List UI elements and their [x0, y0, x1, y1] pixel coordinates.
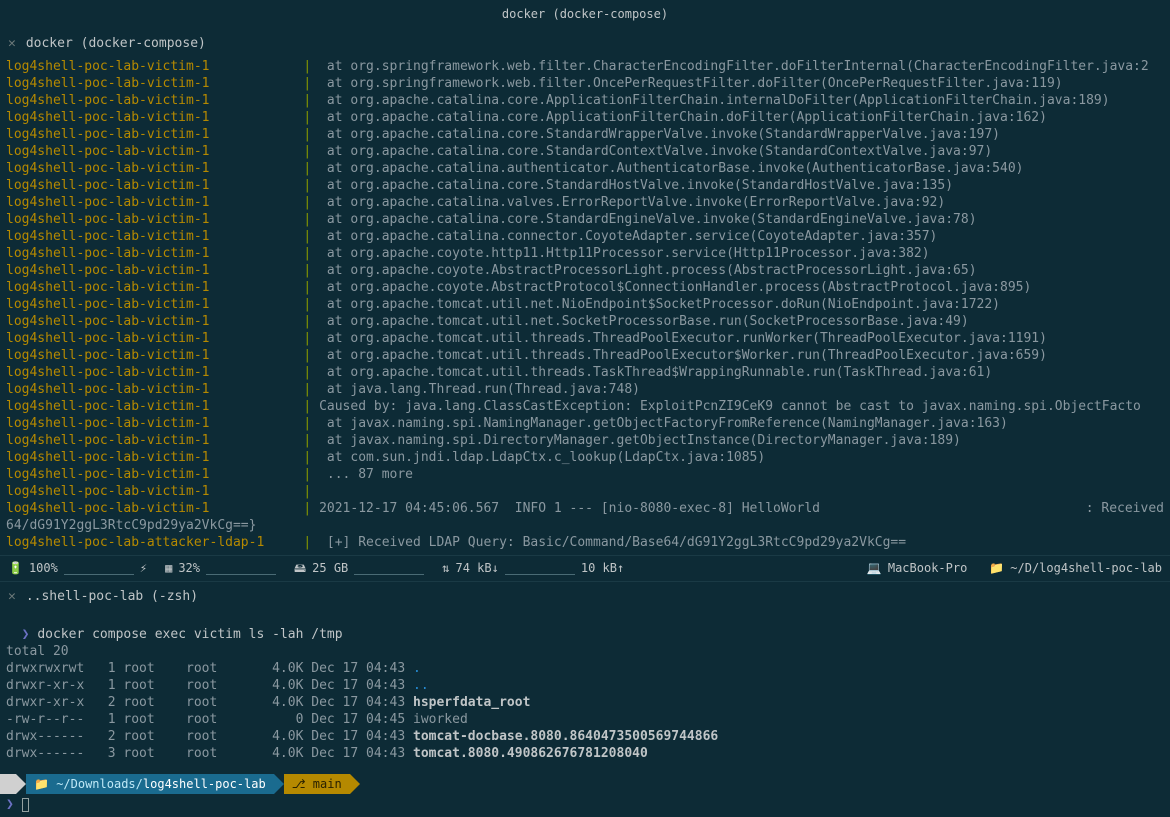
log-line: log4shell-poc-lab-victim-1 | at org.apac… [6, 126, 1164, 143]
log-line: log4shell-poc-lab-victim-1 | at com.sun.… [6, 449, 1164, 466]
disk-value: 25 GB [312, 560, 348, 577]
host-status: 💻 MacBook-Pro [867, 560, 967, 577]
log-line: log4shell-poc-lab-victim-1 | at org.apac… [6, 245, 1164, 262]
close-icon[interactable]: ✕ [8, 588, 16, 605]
cwd-path: ~/D/log4shell-poc-lab [1010, 560, 1162, 577]
close-icon[interactable]: ✕ [8, 35, 16, 52]
ls-total: total 20 [6, 643, 1164, 660]
disk-status: 🖴 25 GB [294, 560, 424, 577]
disk-spark [354, 563, 424, 575]
log-line: log4shell-poc-lab-victim-1 | at org.spri… [6, 58, 1164, 75]
command-text: docker compose exec victim ls -lah /tmp [37, 627, 342, 642]
log-line: log4shell-poc-lab-victim-1 | at org.spri… [6, 75, 1164, 92]
cpu-status: ▦ 32% [165, 560, 276, 577]
cursor [22, 798, 29, 812]
status-bar: 🔋 100% ⚡ ▦ 32% 🖴 25 GB ⇅ 74 kB↓ 10 kB↑ 💻… [0, 555, 1170, 582]
log-line: log4shell-poc-lab-victim-1 | at org.apac… [6, 194, 1164, 211]
log-line: log4shell-poc-lab-victim-1 | at org.apac… [6, 228, 1164, 245]
log-line-info: log4shell-poc-lab-victim-1 | 2021-12-17 … [6, 500, 1164, 517]
terminal-pane-docker[interactable]: log4shell-poc-lab-victim-1 | at org.spri… [0, 58, 1170, 551]
net-icon: ⇅ [442, 560, 449, 577]
log-line: log4shell-poc-lab-victim-1 | at org.apac… [6, 347, 1164, 364]
log-line: log4shell-poc-lab-victim-1 | Caused by: … [6, 398, 1164, 415]
cpu-value: 32% [178, 560, 200, 577]
log-line-attacker: log4shell-poc-lab-attacker-ldap-1 | [+] … [6, 534, 1164, 551]
arrow-icon [16, 774, 26, 794]
log-line: log4shell-poc-lab-victim-1 | at org.apac… [6, 143, 1164, 160]
chip-icon: ▦ [165, 560, 172, 577]
disk-icon: 🖴 [294, 560, 306, 577]
log-line: log4shell-poc-lab-victim-1 | at org.apac… [6, 262, 1164, 279]
log-line: log4shell-poc-lab-victim-1 | at org.apac… [6, 109, 1164, 126]
log-line: log4shell-poc-lab-victim-1 | at org.apac… [6, 177, 1164, 194]
laptop-icon: 💻 [867, 560, 882, 577]
log-line: log4shell-poc-lab-victim-1 | [6, 483, 1164, 500]
log-line: log4shell-poc-lab-victim-1 | at org.apac… [6, 160, 1164, 177]
prompt-chevron-icon: ❯ [6, 797, 14, 812]
log-line: log4shell-poc-lab-victim-1 | at org.apac… [6, 279, 1164, 296]
folder-icon: 📁 [989, 560, 1004, 577]
log-line: log4shell-poc-lab-victim-1 | at org.apac… [6, 296, 1164, 313]
net-up: 10 kB↑ [581, 560, 624, 577]
arrow-icon [350, 774, 360, 794]
window-title: docker (docker-compose) [0, 0, 1170, 25]
prompt-line[interactable]: ❯ docker compose exec victim ls -lah /tm… [0, 609, 1170, 643]
path-segment: 📁 ~/Downloads/log4shell-poc-lab [26, 774, 274, 794]
battery-value: 100% [29, 560, 58, 577]
log-line: log4shell-poc-lab-victim-1 | at javax.na… [6, 432, 1164, 449]
log-line: log4shell-poc-lab-victim-1 | at org.apac… [6, 364, 1164, 381]
bolt-icon: ⚡ [140, 560, 147, 577]
list-item: drwxr-xr-x 2 root root 4.0K Dec 17 04:43… [6, 694, 1164, 711]
tab-bar-top: ✕ docker (docker-compose) [0, 25, 1170, 58]
list-item: drwxr-xr-x 1 root root 4.0K Dec 17 04:43… [6, 677, 1164, 694]
battery-icon: 🔋 [8, 560, 23, 577]
log-line: log4shell-poc-lab-victim-1 | at org.apac… [6, 330, 1164, 347]
log-line: log4shell-poc-lab-victim-1 | at org.apac… [6, 92, 1164, 109]
cpu-spark [206, 563, 276, 575]
tab-bar-bottom: ✕ ..shell-poc-lab (-zsh) [0, 582, 1170, 609]
prompt-chevron-icon: ❯ [22, 627, 30, 642]
list-item: drwxrwxrwt 1 root root 4.0K Dec 17 04:43… [6, 660, 1164, 677]
net-status: ⇅ 74 kB↓ 10 kB↑ [442, 560, 624, 577]
folder-icon: 📁 [34, 776, 49, 793]
log-line-fragment: 64/dG91Y2ggL3RtcC9pd29ya2VkCg==} [6, 517, 1164, 534]
ls-output: total 20drwxrwxrwt 1 root root 4.0K Dec … [0, 643, 1170, 762]
battery-spark [64, 563, 134, 575]
path-prefix: ~/Downloads/ [56, 776, 143, 793]
tab-docker[interactable]: docker (docker-compose) [26, 35, 206, 52]
tab-shell[interactable]: ..shell-poc-lab (-zsh) [26, 588, 198, 605]
branch-name: main [313, 776, 342, 793]
final-prompt[interactable]: ❯ [0, 794, 1170, 815]
log-line: log4shell-poc-lab-victim-1 | at org.apac… [6, 211, 1164, 228]
list-item: -rw-r--r-- 1 root root 0 Dec 17 04:45 iw… [6, 711, 1164, 728]
git-icon: ⎇ [292, 776, 306, 793]
log-line: log4shell-poc-lab-victim-1 | at org.apac… [6, 313, 1164, 330]
host-name: MacBook-Pro [888, 560, 967, 577]
apple-segment [0, 774, 16, 794]
path-accent: log4shell-poc-lab [143, 776, 266, 793]
net-down: 74 kB↓ [456, 560, 499, 577]
list-item: drwx------ 3 root root 4.0K Dec 17 04:43… [6, 745, 1164, 762]
battery-status: 🔋 100% ⚡ [8, 560, 147, 577]
powerline-bar: 📁 ~/Downloads/log4shell-poc-lab ⎇ main [0, 774, 1170, 794]
cwd-status: 📁 ~/D/log4shell-poc-lab [989, 560, 1162, 577]
list-item: drwx------ 2 root root 4.0K Dec 17 04:43… [6, 728, 1164, 745]
log-line: log4shell-poc-lab-victim-1 | at javax.na… [6, 415, 1164, 432]
net-spark [505, 563, 575, 575]
branch-segment: ⎇ main [284, 774, 350, 794]
log-line: log4shell-poc-lab-victim-1 | ... 87 more [6, 466, 1164, 483]
log-line: log4shell-poc-lab-victim-1 | at java.lan… [6, 381, 1164, 398]
arrow-icon [274, 774, 284, 794]
